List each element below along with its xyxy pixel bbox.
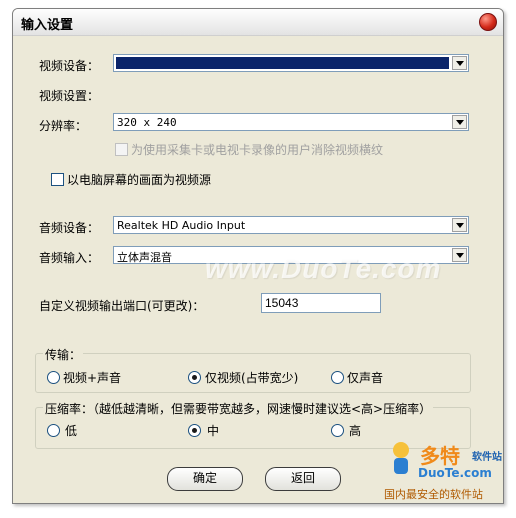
- resolution-select[interactable]: 320 x 240: [113, 113, 469, 131]
- compression-radio-high[interactable]: [331, 424, 344, 437]
- port-label: 自定义视频输出端口(可更改)：: [39, 299, 205, 313]
- audio-device-select[interactable]: Realtek HD Audio Input: [113, 216, 469, 234]
- resolution-value: 320 x 240: [117, 116, 177, 129]
- compression-option-label: 低: [65, 424, 78, 438]
- audio-device-value: Realtek HD Audio Input: [117, 219, 246, 232]
- screen-source-label: 以电脑屏幕的画面为视频源: [67, 173, 212, 187]
- audio-input-label: 音频输入：: [39, 251, 100, 265]
- logo-cn-text: 多特: [420, 444, 460, 468]
- logo-en-text: DuoTe.com: [418, 466, 492, 480]
- transmission-radio-video-only[interactable]: [188, 371, 201, 384]
- screen-source-checkbox[interactable]: [51, 173, 64, 186]
- input-settings-dialog: 输入设置 视频设备： 视频设置： 分辨率： 320 x 240 为使用采集卡或电…: [12, 8, 504, 504]
- transmission-radio-video-audio[interactable]: [47, 371, 60, 384]
- audio-device-label: 音频设备：: [39, 221, 100, 235]
- chevron-down-icon[interactable]: [452, 248, 467, 262]
- chevron-down-icon[interactable]: [452, 218, 467, 232]
- deinterlace-checkbox[interactable]: [115, 143, 128, 156]
- dialog-title: 输入设置: [21, 18, 74, 33]
- deinterlace-label: 为使用采集卡或电视卡录像的用户消除视频横纹: [131, 143, 384, 157]
- transmission-option-label: 视频+声音: [63, 371, 122, 385]
- watermark-text: www.DuoTe.com: [205, 253, 442, 284]
- compression-radio-low[interactable]: [47, 424, 60, 437]
- video-device-label: 视频设备：: [39, 59, 100, 73]
- compression-option-label: 高: [349, 424, 362, 438]
- video-device-select[interactable]: [113, 54, 469, 72]
- resolution-label: 分辨率：: [39, 119, 88, 133]
- port-input[interactable]: [261, 293, 381, 313]
- video-settings-label: 视频设置：: [39, 89, 100, 103]
- transmission-option-label: 仅视频(占带宽少): [205, 371, 299, 385]
- chevron-down-icon[interactable]: [452, 115, 467, 129]
- logo-slogan-text: 国内最安全的软件站: [384, 488, 483, 501]
- compression-legend: 压缩率：（越低越清晰，但需要带宽越多，网速慢时建议选<高>压缩率）: [43, 400, 434, 417]
- site-logo: 多特 软件站 DuoTe.com 国内最安全的软件站: [380, 436, 516, 518]
- title-bar[interactable]: 输入设置: [13, 9, 503, 36]
- mascot-icon: [393, 442, 409, 474]
- compression-option-label: 中: [207, 424, 220, 438]
- transmission-legend: 传输：: [43, 346, 84, 363]
- video-device-selected-highlight: [116, 57, 449, 69]
- close-icon[interactable]: [479, 13, 497, 31]
- transmission-option-label: 仅声音: [347, 371, 384, 385]
- audio-input-value: 立体声混音: [117, 251, 172, 264]
- ok-button[interactable]: 确定: [167, 467, 243, 491]
- back-button[interactable]: 返回: [265, 467, 341, 491]
- compression-radio-medium[interactable]: [188, 424, 201, 437]
- transmission-radio-audio-only[interactable]: [331, 371, 344, 384]
- logo-small-text: 软件站: [472, 452, 502, 463]
- chevron-down-icon[interactable]: [452, 56, 467, 70]
